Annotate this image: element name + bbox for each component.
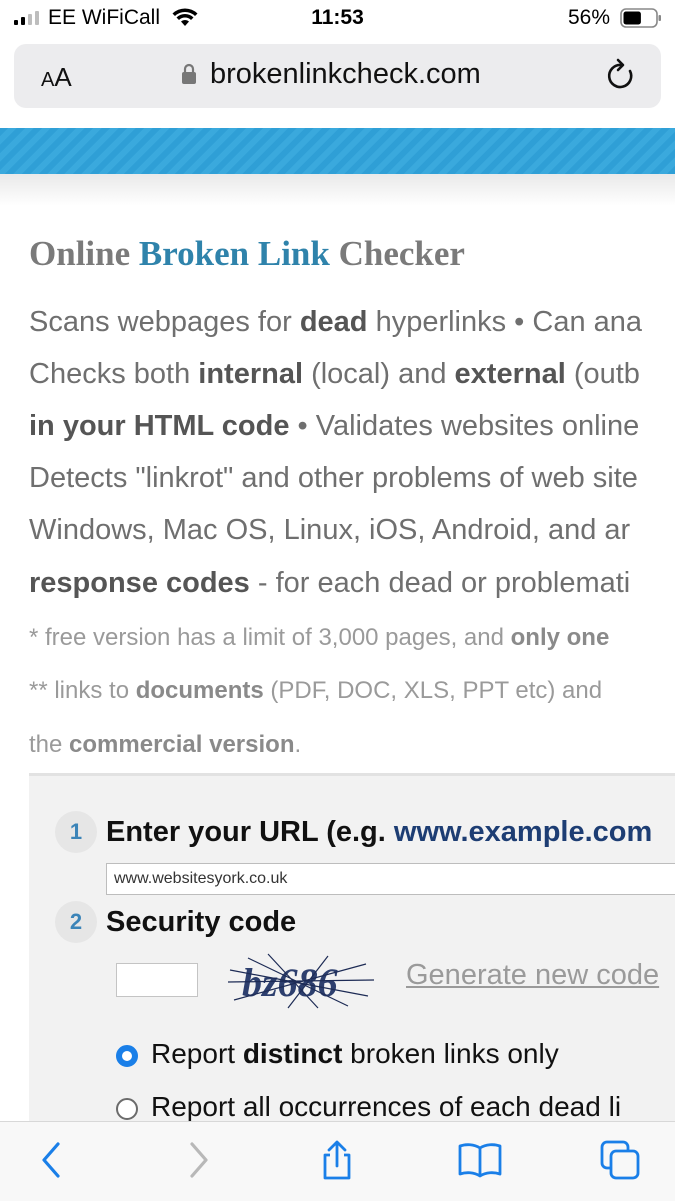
description-line: response codes - for each dead or proble… xyxy=(29,567,631,599)
step-number-badge: 1 xyxy=(55,811,97,853)
description-line: Checks both internal (local) and externa… xyxy=(29,358,640,390)
description-line: in your HTML code • Validates websites o… xyxy=(29,410,640,442)
address-bar[interactable]: AA brokenlinkcheck.com xyxy=(14,44,661,108)
reader-options-button[interactable]: AA xyxy=(41,62,72,93)
reload-icon[interactable] xyxy=(604,57,638,93)
bookmarks-icon[interactable] xyxy=(458,1140,502,1180)
all-occurrences-radio[interactable] xyxy=(116,1098,138,1120)
tabs-icon[interactable] xyxy=(600,1140,640,1180)
browser-toolbar xyxy=(0,1121,675,1201)
lock-icon xyxy=(182,63,196,84)
site-header-banner xyxy=(0,128,675,174)
url-input[interactable] xyxy=(106,863,675,895)
description-line: Windows, Mac OS, Linux, iOS, Android, an… xyxy=(29,514,631,546)
back-icon[interactable] xyxy=(32,1140,72,1180)
battery-percentage: 56% xyxy=(568,6,611,29)
step-title-url: Enter your URL (e.g. www.example.com xyxy=(106,816,653,848)
all-occurrences-label[interactable]: Report all occurrences of each dead li xyxy=(151,1091,621,1123)
footnote-line: the commercial version. xyxy=(29,731,302,758)
forward-icon[interactable] xyxy=(178,1140,218,1180)
description-line: Scans webpages for dead hyperlinks • Can… xyxy=(29,306,643,338)
url-text[interactable]: brokenlinkcheck.com xyxy=(210,58,481,91)
commercial-version-link[interactable]: commercial version xyxy=(69,731,294,758)
security-code-input[interactable] xyxy=(116,963,198,997)
captcha-text: bz686 xyxy=(242,960,338,1005)
distinct-links-radio[interactable] xyxy=(116,1045,138,1067)
share-icon[interactable] xyxy=(317,1140,357,1180)
footnote-line: * free version has a limit of 3,000 page… xyxy=(29,624,610,651)
step-number-badge: 2 xyxy=(55,901,97,943)
distinct-links-label[interactable]: Report distinct broken links only xyxy=(151,1038,559,1070)
footnote-line: ** links to documents (PDF, DOC, XLS, PP… xyxy=(29,677,603,704)
battery-icon xyxy=(620,8,661,28)
header-shadow xyxy=(0,174,675,206)
step-title-security: Security code xyxy=(106,906,297,938)
description-line: Detects "linkrot" and other problems of … xyxy=(29,462,638,494)
page-title: Online Broken Link Checker xyxy=(29,234,465,273)
generate-new-code-link[interactable]: Generate new code xyxy=(406,959,659,992)
captcha-image: bz686 xyxy=(228,952,374,1010)
status-bar: EE WiFiCall 11:53 56% xyxy=(0,0,675,40)
